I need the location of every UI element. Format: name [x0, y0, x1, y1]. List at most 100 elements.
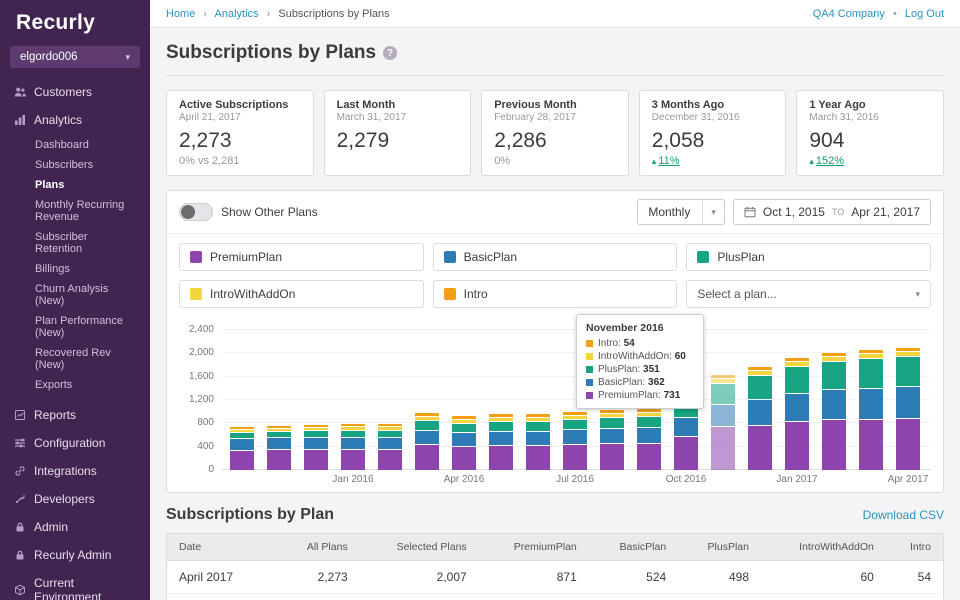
bar-segment-plusplan [267, 432, 291, 437]
sidebar-subitem-subscriber-retention[interactable]: Subscriber Retention [0, 227, 150, 259]
bar-segment-premiumplan [748, 426, 772, 470]
chevron-down-icon: ▾ [915, 289, 920, 300]
sidebar-item-configuration[interactable]: Configuration [0, 429, 150, 457]
stat-card-change: ▴11% [652, 155, 774, 167]
chevron-down-icon: ▾ [125, 52, 130, 63]
cell-value: 60 [761, 594, 886, 600]
sidebar-item-label: Current Environment [34, 576, 136, 600]
chart-bar-nov-2016[interactable] [711, 375, 735, 470]
sidebar-subitem-churn-analysis-new[interactable]: Churn Analysis (New) [0, 279, 150, 311]
chart-bar-sep-2016[interactable] [637, 409, 661, 470]
sidebar-item-recurly-admin[interactable]: Recurly Admin [0, 541, 150, 569]
chart-bar-jul-2016[interactable] [563, 412, 587, 470]
tooltip-item-text: BasicPlan: 362 [598, 377, 665, 388]
bar-segment-introwithaddon [896, 352, 920, 356]
chart-bar-jan-2017[interactable] [785, 358, 809, 470]
chart-bar-mar-2016[interactable] [415, 413, 439, 470]
chart-bar-jun-2016[interactable] [526, 414, 550, 470]
bar-segment-premiumplan [859, 420, 883, 470]
tooltip-item-plusplan: PlusPlan: 351 [586, 364, 694, 375]
account-dropdown[interactable]: elgordo006 ▾ [10, 46, 140, 68]
bar-segment-introwithaddon [822, 357, 846, 361]
help-icon[interactable]: ? [383, 46, 397, 60]
legend-item-introwithaddon[interactable]: IntroWithAddOn [179, 280, 424, 308]
sidebar-subitem-monthly-recurring-revenue[interactable]: Monthly Recurring Revenue [0, 195, 150, 227]
stat-card-label: Active Subscriptions [179, 99, 301, 111]
breadcrumb-analytics[interactable]: Analytics [215, 8, 259, 20]
sidebar-item-current-environment[interactable]: Current Environment [0, 569, 150, 600]
stat-card-label: 1 Year Ago [809, 99, 931, 111]
show-other-plans-toggle[interactable] [179, 203, 213, 221]
chart-bar-apr-2016[interactable] [452, 416, 476, 470]
bar-segment-basicplan [526, 432, 550, 445]
column-header-plusplan: PlusPlan [678, 534, 761, 561]
bar-segment-basicplan [600, 429, 624, 443]
legend-item-plusplan[interactable]: PlusPlan [686, 243, 931, 271]
bar-segment-intro [748, 367, 772, 370]
tooltip-title: November 2016 [586, 322, 694, 334]
cell-value: 2,273 [278, 561, 360, 594]
trend-up-icon: ▴ [652, 156, 657, 166]
sidebar-item-admin[interactable]: Admin [0, 513, 150, 541]
toggle-knob [181, 205, 195, 219]
intro-swatch [444, 288, 456, 300]
chart-bar-mar-2017[interactable] [859, 350, 883, 470]
lock-icon [14, 521, 26, 533]
bar-segment-plusplan [748, 376, 772, 399]
legend-item-premiumplan[interactable]: PremiumPlan [179, 243, 424, 271]
company-link[interactable]: QA4 Company [813, 8, 885, 20]
chart-bar-dec-2016[interactable] [748, 367, 772, 470]
bar-segment-intro [415, 413, 439, 416]
legend-label: BasicPlan [464, 250, 517, 264]
chart-bar-apr-2017[interactable] [896, 348, 920, 470]
y-axis-label: 1,200 [172, 394, 214, 405]
sidebar-item-label: Integrations [34, 464, 97, 478]
bar-segment-intro [711, 375, 735, 378]
bar-segment-plusplan [637, 417, 661, 427]
sidebar-item-developers[interactable]: Developers [0, 485, 150, 513]
sidebar-subitem-plans[interactable]: Plans [0, 175, 150, 195]
chart-bar-feb-2017[interactable] [822, 353, 846, 470]
chart-bar-jan-2016[interactable] [341, 424, 365, 470]
bar-segment-plusplan [378, 431, 402, 437]
stat-cards: Active SubscriptionsApril 21, 20172,2730… [166, 90, 944, 176]
chart-bar-nov-2015[interactable] [267, 426, 291, 470]
breadcrumb-home[interactable]: Home [166, 8, 195, 20]
chart-bar-may-2016[interactable] [489, 414, 513, 470]
sidebar-subitem-billings[interactable]: Billings [0, 259, 150, 279]
bar-segment-plusplan [785, 367, 809, 393]
download-csv-link[interactable]: Download CSV [863, 508, 944, 522]
bar-segment-plusplan [563, 420, 587, 429]
chart-bar-oct-2015[interactable] [230, 427, 254, 470]
sidebar-subitem-recovered-rev-new[interactable]: Recovered Rev (New) [0, 343, 150, 375]
bar-segment-basicplan [341, 438, 365, 449]
account-name: elgordo006 [20, 51, 78, 63]
chart-bar-feb-2016[interactable] [378, 424, 402, 470]
logout-link[interactable]: Log Out [905, 8, 944, 20]
bar-segment-intro [267, 426, 291, 428]
trend-up-icon: ▴ [809, 156, 814, 166]
legend-item-basicplan[interactable]: BasicPlan [433, 243, 678, 271]
legend-item-intro[interactable]: Intro [433, 280, 678, 308]
cell-value: 515 [589, 594, 678, 600]
chart-bar-aug-2016[interactable] [600, 410, 624, 470]
sidebar-item-reports[interactable]: Reports [0, 401, 150, 429]
bar-segment-basicplan [452, 433, 476, 446]
bar-segment-intro [304, 425, 328, 427]
date-range-picker[interactable]: Oct 1, 2015 TO Apr 21, 2017 [733, 199, 931, 225]
tooltip-item-text: Intro: 54 [598, 338, 635, 349]
stat-card-value: 2,273 [179, 129, 301, 153]
sidebar-subitem-exports[interactable]: Exports [0, 375, 150, 395]
chart-bar-dec-2015[interactable] [304, 425, 328, 470]
sidebar-item-analytics[interactable]: Analytics [0, 106, 150, 134]
sidebar-item-label: Admin [34, 520, 68, 534]
plan-select-dropdown[interactable]: Select a plan...▾ [686, 280, 931, 308]
sidebar-subitem-dashboard[interactable]: Dashboard [0, 135, 150, 155]
interval-select[interactable]: Monthly ▾ [637, 199, 725, 225]
bar-segment-plusplan [304, 431, 328, 437]
sidebar-item-integrations[interactable]: Integrations [0, 457, 150, 485]
sidebar-subitem-plan-performance-new[interactable]: Plan Performance (New) [0, 311, 150, 343]
sidebar-subitem-subscribers[interactable]: Subscribers [0, 155, 150, 175]
sidebar-item-customers[interactable]: Customers [0, 78, 150, 106]
stat-card-label: Previous Month [494, 99, 616, 111]
